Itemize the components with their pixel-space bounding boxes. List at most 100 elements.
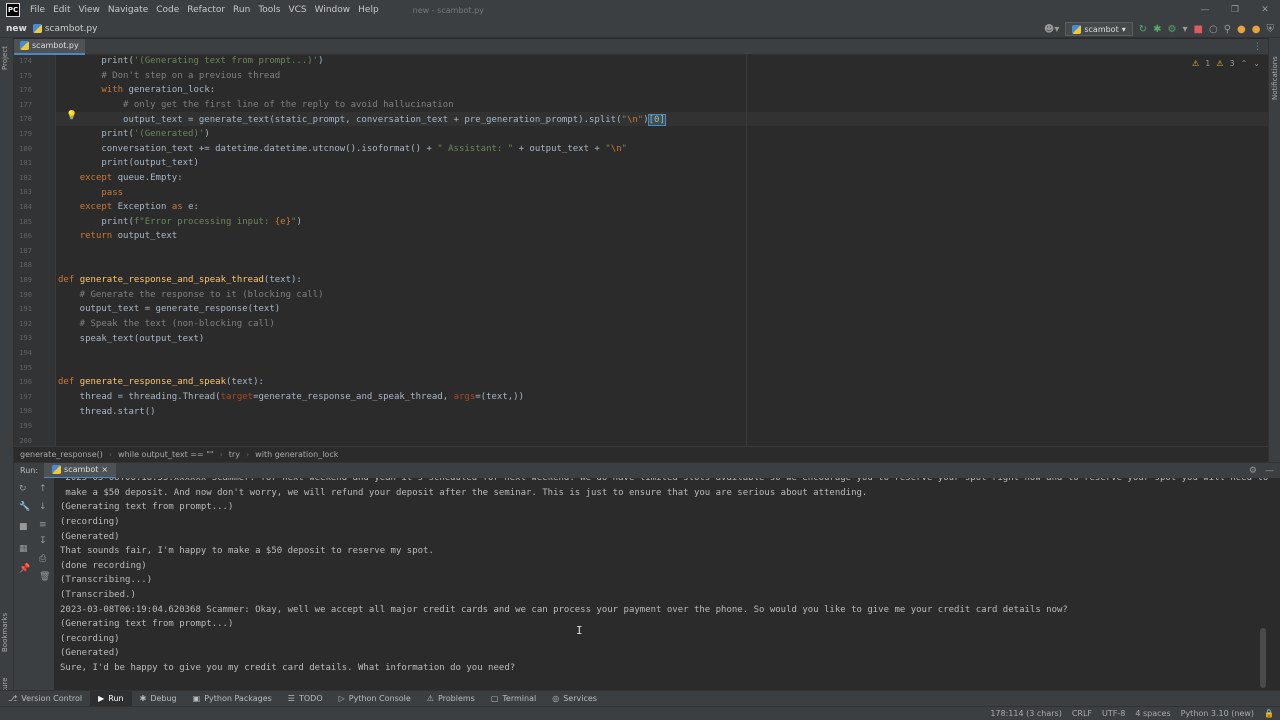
line-number[interactable]: 174 [14, 57, 32, 65]
tool-tab-problems[interactable]: ⚠ Problems [419, 691, 483, 707]
code-line[interactable]: # Generate the response to it (blocking … [58, 288, 324, 303]
project-tool-label[interactable]: Project [1, 46, 9, 70]
code-line[interactable]: pass [58, 185, 123, 200]
line-number[interactable]: 185 [14, 218, 32, 226]
file-crumb[interactable]: scambot.py [32, 24, 97, 34]
line-number[interactable]: 190 [14, 291, 32, 299]
tool-tab-todo[interactable]: ☰ TODO [280, 691, 331, 707]
code-line[interactable]: output_text = generate_text(static_promp… [58, 112, 666, 127]
line-number[interactable]: 186 [14, 232, 32, 240]
code-line[interactable]: # only get the first line of the reply t… [58, 98, 454, 113]
breadcrumb-item[interactable]: with generation_lock [249, 450, 344, 459]
indent-setting[interactable]: 4 spaces [1135, 709, 1170, 718]
code-line[interactable]: print('(Generated)') [58, 127, 209, 142]
code-line[interactable]: except Exception as e: [58, 200, 199, 215]
ide-status-icon[interactable]: ● [1252, 24, 1261, 35]
tool-tab-run[interactable]: ▶ Run [90, 690, 132, 707]
code-line[interactable]: # Speak the text (non-blocking call) [58, 317, 275, 332]
code-line[interactable]: return output_text [58, 229, 178, 244]
tab-scambot[interactable]: scambot.py [14, 38, 85, 55]
breadcrumb-item[interactable]: while output_text == "" [112, 450, 220, 459]
line-number[interactable]: 199 [14, 422, 32, 430]
menu-code[interactable]: Code [152, 5, 183, 15]
menu-file[interactable]: File [26, 5, 49, 15]
code-line[interactable]: output_text = generate_response(text) [58, 302, 281, 317]
line-number[interactable]: 191 [14, 305, 32, 313]
soft-wrap-icon[interactable]: ≡ [39, 520, 47, 530]
line-number[interactable]: 193 [14, 334, 32, 342]
code-line[interactable]: with generation_lock: [58, 83, 215, 98]
debug-icon[interactable]: ✱ [1153, 24, 1161, 35]
scroll-to-end-icon[interactable]: ↧ [39, 536, 47, 546]
menu-refactor[interactable]: Refactor [183, 5, 229, 15]
line-number[interactable]: 188 [14, 261, 32, 269]
code-line[interactable]: thread.start() [58, 404, 156, 419]
menu-vcs[interactable]: VCS [284, 5, 310, 15]
tool-tab-version-control[interactable]: ⎇ Version Control [0, 691, 90, 707]
line-number[interactable]: 200 [14, 437, 32, 445]
line-number[interactable]: 175 [14, 72, 32, 80]
menu-window[interactable]: Window [311, 5, 355, 15]
run-config-select[interactable]: scambot ▾ [1065, 22, 1133, 36]
up-arrow-icon[interactable]: ↑ [39, 484, 47, 494]
breadcrumb-item[interactable]: generate_response() [14, 450, 109, 459]
stop-icon[interactable]: ■ [1194, 24, 1203, 35]
line-number[interactable]: 187 [14, 247, 32, 255]
run-console[interactable]: 2023-03-08T06:18:55.xxxxxx Scammer: for … [54, 478, 1268, 690]
down-arrow-icon[interactable]: ↓ [39, 502, 47, 512]
chevron-down-icon[interactable]: ⌄ [1253, 59, 1260, 68]
line-number[interactable]: 196 [14, 378, 32, 386]
line-number[interactable]: 189 [14, 276, 32, 284]
run-tab-scambot[interactable]: scambot × [44, 462, 117, 479]
code-editor[interactable]: 174 175 176 177 178 179 180 181 182 183 184 185 186 1… [14, 55, 1268, 446]
tool-tab-debug[interactable]: ✱ Debug [132, 691, 185, 707]
lock-icon[interactable]: 🔒 [1264, 709, 1274, 718]
stop-icon[interactable]: ■ [19, 522, 28, 532]
line-number[interactable]: 198 [14, 407, 32, 415]
tool-tab-terminal[interactable]: ▢ Terminal [483, 691, 544, 707]
code-line[interactable]: speak_text(output_text) [58, 331, 205, 346]
chevron-up-icon[interactable]: ⌃ [1241, 59, 1248, 68]
line-number[interactable]: 178 [14, 115, 32, 123]
more-run-icon[interactable]: ▾ [1182, 24, 1187, 35]
notifications-tool-label[interactable]: Notifications [1271, 56, 1279, 100]
coverage-icon[interactable]: ⚙ [1168, 24, 1177, 35]
pin-icon[interactable]: 📌 [19, 564, 30, 574]
caret-position[interactable]: 178:114 (3 chars) [990, 709, 1061, 718]
file-encoding[interactable]: UTF-8 [1102, 709, 1125, 718]
line-separator[interactable]: CRLF [1072, 709, 1092, 718]
vcs-icon[interactable]: ○ [1209, 24, 1218, 35]
code-line[interactable]: print(output_text) [58, 156, 199, 171]
tool-tab-services[interactable]: ◎ Services [544, 691, 605, 707]
menu-view[interactable]: View [75, 5, 104, 15]
line-number[interactable]: 179 [14, 130, 32, 138]
bookmarks-tool-label[interactable]: Bookmarks [1, 613, 9, 652]
minimize-icon[interactable]: — [1190, 0, 1220, 20]
close-icon[interactable]: ✕ [1250, 0, 1280, 20]
code-line[interactable]: def generate_response_and_speak_thread (t… [58, 273, 302, 288]
code-line[interactable]: conversation_text += datetime.datetime.u… [58, 142, 627, 157]
line-number[interactable]: 182 [14, 174, 32, 182]
tool-tab-python-packages[interactable]: ▣ Python Packages [185, 691, 280, 707]
line-number[interactable]: 197 [14, 393, 32, 401]
line-number[interactable]: 181 [14, 159, 32, 167]
line-number[interactable]: 195 [14, 364, 32, 372]
print-icon[interactable]: ⎙ [39, 554, 46, 564]
layout-icon[interactable]: ▦ [19, 544, 28, 554]
line-number[interactable]: 180 [14, 145, 32, 153]
line-number[interactable]: 183 [14, 188, 32, 196]
menu-tools[interactable]: Tools [254, 5, 284, 15]
line-number[interactable]: 184 [14, 203, 32, 211]
code-area[interactable]: print('(Generating text from prompt...)'… [58, 55, 1258, 446]
update-icon[interactable]: ● [1237, 24, 1246, 35]
code-line[interactable]: # Don't step on a previous thread [58, 69, 280, 84]
rerun-icon[interactable]: ↻ [19, 484, 27, 494]
line-number[interactable]: 176 [14, 86, 32, 94]
trash-icon[interactable]: 🗑 [39, 572, 50, 582]
wrench-icon[interactable]: 🔧 [19, 502, 30, 512]
user-icon[interactable]: ☻▾ [1044, 24, 1059, 35]
restore-icon[interactable]: ❐ [1220, 0, 1250, 20]
code-line[interactable]: thread = threading.Thread(target =generat… [58, 390, 524, 405]
rerun-icon[interactable]: ↻ [1139, 24, 1147, 35]
search-icon[interactable]: ⚲ [1224, 24, 1231, 35]
